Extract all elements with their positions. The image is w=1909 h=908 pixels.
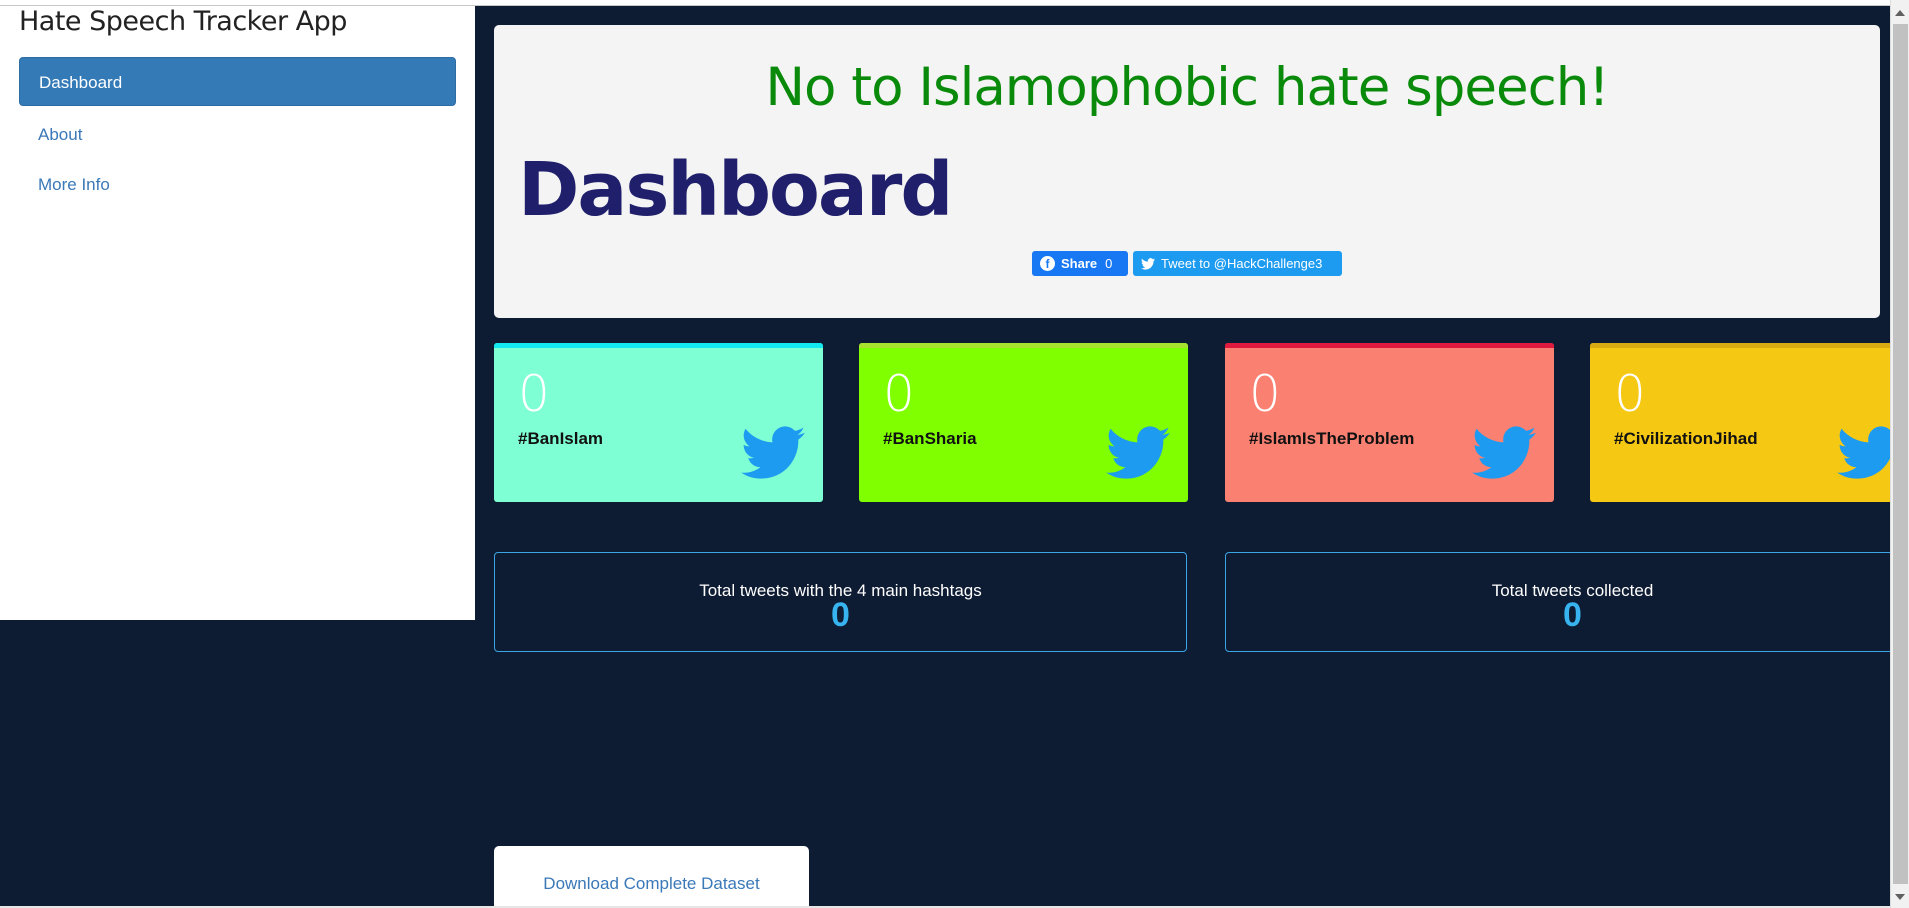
hashtag-label: #CivilizationJihad (1614, 429, 1758, 448)
share-count: 0 (1105, 256, 1113, 271)
sidebar-item-more-info[interactable]: More Info (19, 160, 456, 209)
hashtag-label: #BanIslam (518, 429, 604, 448)
download-dataset-link[interactable]: Download Complete Dataset (494, 874, 809, 894)
share-label: Share (1061, 256, 1098, 271)
card-stripe (494, 343, 823, 348)
tweet-label: Tweet to @HackChallenge3 (1161, 256, 1323, 271)
hashtag-count: 0 (883, 365, 915, 423)
facebook-icon: f (1040, 256, 1055, 271)
card-stripe (1590, 343, 1900, 348)
scroll-down-arrow-icon[interactable] (1895, 894, 1905, 900)
twitter-bird-icon (741, 426, 805, 479)
hashtag-card-civilizationjihad: 0 #CivilizationJihad (1590, 343, 1900, 502)
tagline: No to Islamophobic hate speech! (765, 57, 1609, 118)
hashtag-card-bansharia: 0 #BanSharia (859, 343, 1188, 502)
twitter-bird-icon (1141, 257, 1155, 270)
hashtag-card-banislam: 0 #BanIslam (494, 343, 823, 502)
hashtag-count: 0 (1614, 365, 1646, 423)
download-dataset-panel: Download Complete Dataset (494, 846, 809, 908)
hashtag-count: 0 (518, 365, 550, 423)
hashtag-label: #IslamIsTheProblem (1249, 429, 1415, 448)
twitter-bird-icon (1472, 426, 1536, 479)
card-stripe (859, 343, 1188, 348)
page-scrollbar[interactable] (1890, 0, 1909, 908)
sidebar-item-dashboard[interactable]: Dashboard (19, 57, 456, 106)
hero-panel: No to Islamophobic hate speech! Dashboar… (494, 25, 1880, 318)
total-main-hashtags-value: 0 (831, 596, 850, 634)
app-title: Hate Speech Tracker App (19, 6, 347, 37)
hashtag-count: 0 (1249, 365, 1281, 423)
scroll-up-arrow-icon[interactable] (1895, 10, 1905, 16)
sidebar: Hate Speech Tracker App Dashboard About … (0, 6, 475, 620)
facebook-share-button[interactable]: f Share 0 (1032, 251, 1128, 276)
page-title: Dashboard (518, 147, 953, 233)
scrollbar-thumb[interactable] (1893, 24, 1908, 884)
hashtag-card-islamistheproblem: 0 #IslamIsTheProblem (1225, 343, 1554, 502)
total-collected-value: 0 (1563, 596, 1582, 634)
total-main-hashtags-box: Total tweets with the 4 main hashtags 0 (494, 552, 1187, 652)
twitter-bird-icon (1106, 426, 1170, 479)
tweet-button[interactable]: Tweet to @HackChallenge3 (1133, 251, 1342, 276)
hashtag-label: #BanSharia (883, 429, 977, 448)
card-stripe (1225, 343, 1554, 348)
total-collected-box: Total tweets collected 0 (1225, 552, 1905, 652)
sidebar-item-about[interactable]: About (19, 110, 456, 159)
